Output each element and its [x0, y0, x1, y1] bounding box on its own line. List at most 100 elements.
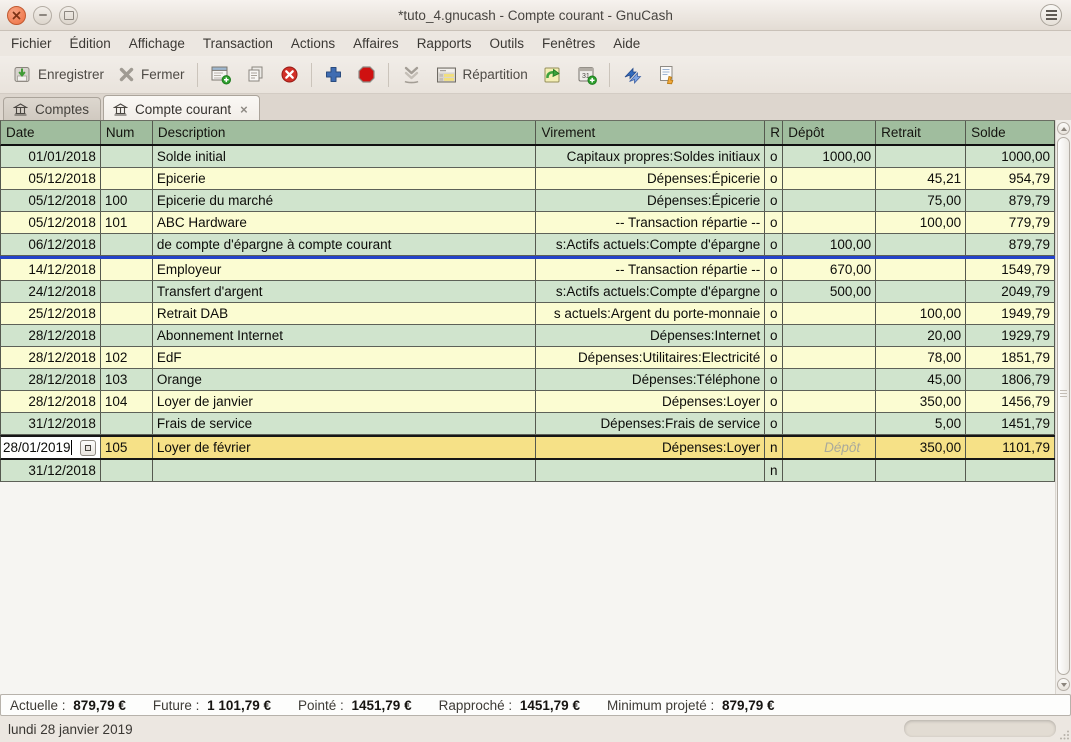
- cell-solde[interactable]: 1451,79: [966, 413, 1055, 434]
- cell-num[interactable]: [101, 325, 153, 346]
- cell-date[interactable]: 28/01/2019: [1, 437, 101, 458]
- table-row[interactable]: 28/12/2018 102 EdF Dépenses:Utilitaires:…: [0, 347, 1055, 369]
- cell-description[interactable]: Frais de service: [153, 413, 537, 434]
- table-row[interactable]: 28/12/2018 104 Loyer de janvier Dépenses…: [0, 391, 1055, 413]
- cell-description[interactable]: de compte d'épargne à compte courant: [153, 234, 537, 255]
- cell-solde[interactable]: 2049,79: [966, 281, 1055, 302]
- table-row[interactable]: 25/12/2018 Retrait DAB s actuels:Argent …: [0, 303, 1055, 325]
- cell-virement[interactable]: Dépenses:Utilitaires:Electricité: [536, 347, 765, 368]
- cell-solde[interactable]: [966, 460, 1055, 481]
- cell-description[interactable]: Epicerie du marché: [153, 190, 537, 211]
- duplicate-transaction-button[interactable]: [239, 62, 273, 87]
- delete-transaction-button[interactable]: [273, 62, 306, 87]
- cell-reconciled[interactable]: o: [765, 325, 783, 346]
- cell-description[interactable]: Orange: [153, 369, 537, 390]
- cell-reconciled[interactable]: o: [765, 281, 783, 302]
- cell-num[interactable]: [101, 460, 153, 481]
- cell-virement[interactable]: Dépenses:Loyer: [536, 391, 765, 412]
- cell-depot[interactable]: [783, 325, 876, 346]
- cell-retrait[interactable]: [876, 234, 966, 255]
- cell-description[interactable]: Retrait DAB: [153, 303, 537, 324]
- tab-compte-courant[interactable]: Compte courant: [103, 95, 260, 122]
- cell-depot[interactable]: 100,00: [783, 234, 876, 255]
- cell-virement[interactable]: s:Actifs actuels:Compte d'épargne: [536, 281, 765, 302]
- tab-close-icon[interactable]: [240, 105, 248, 115]
- cell-num[interactable]: [101, 303, 153, 324]
- cell-description[interactable]: [153, 460, 537, 481]
- cell-num[interactable]: [101, 234, 153, 255]
- cell-reconciled[interactable]: o: [765, 347, 783, 368]
- cell-retrait[interactable]: 78,00: [876, 347, 966, 368]
- cell-solde[interactable]: 1929,79: [966, 325, 1055, 346]
- cell-description[interactable]: EdF: [153, 347, 537, 368]
- cell-reconciled[interactable]: o: [765, 303, 783, 324]
- cell-num[interactable]: [101, 413, 153, 434]
- table-row[interactable]: 05/12/2018 101 ABC Hardware -- Transacti…: [0, 212, 1055, 234]
- menu-item[interactable]: Aide: [604, 33, 649, 54]
- save-button[interactable]: Enregistrer: [6, 62, 111, 87]
- vertical-scrollbar[interactable]: [1055, 120, 1071, 694]
- cell-reconciled[interactable]: o: [765, 212, 783, 233]
- resize-grip[interactable]: [1058, 729, 1070, 741]
- split-button[interactable]: Répartition: [429, 63, 535, 87]
- cell-depot[interactable]: [783, 303, 876, 324]
- scrollbar-thumb[interactable]: [1057, 137, 1070, 675]
- table-row[interactable]: 05/12/2018 100 Epicerie du marché Dépens…: [0, 190, 1055, 212]
- column-header[interactable]: Solde: [966, 121, 1055, 144]
- cell-date[interactable]: 28/12/2018: [1, 369, 101, 390]
- column-header[interactable]: Description: [153, 121, 537, 144]
- cell-reconciled[interactable]: o: [765, 413, 783, 434]
- window-close-button[interactable]: [7, 6, 26, 25]
- menu-item[interactable]: Rapports: [408, 33, 481, 54]
- cell-date[interactable]: 31/12/2018: [1, 413, 101, 434]
- cell-description[interactable]: Transfert d'argent: [153, 281, 537, 302]
- column-header[interactable]: Num: [101, 121, 153, 144]
- date-picker-button[interactable]: [80, 440, 96, 456]
- cell-date[interactable]: 14/12/2018: [1, 259, 101, 280]
- column-header[interactable]: R: [765, 121, 783, 144]
- cell-virement[interactable]: Dépenses:Épicerie: [536, 190, 765, 211]
- select-account-button[interactable]: [650, 62, 684, 88]
- cell-virement[interactable]: Dépenses:Épicerie: [536, 168, 765, 189]
- cell-date[interactable]: 31/12/2018: [1, 460, 101, 481]
- cell-retrait[interactable]: 45,00: [876, 369, 966, 390]
- cell-retrait[interactable]: [876, 259, 966, 280]
- cell-solde[interactable]: 954,79: [966, 168, 1055, 189]
- cell-virement[interactable]: Dépenses:Internet: [536, 325, 765, 346]
- cell-solde[interactable]: 1806,79: [966, 369, 1055, 390]
- cell-reconciled[interactable]: o: [765, 168, 783, 189]
- cell-virement[interactable]: Dépenses:Frais de service: [536, 413, 765, 434]
- window-menu-button[interactable]: [1040, 4, 1062, 26]
- table-row[interactable]: 06/12/2018 de compte d'épargne à compte …: [0, 234, 1055, 256]
- cell-reconciled[interactable]: o: [765, 234, 783, 255]
- cell-solde[interactable]: 1549,79: [966, 259, 1055, 280]
- cancel-transaction-button[interactable]: [350, 62, 383, 87]
- cell-num[interactable]: [101, 168, 153, 189]
- new-transaction-button[interactable]: [203, 62, 239, 88]
- cell-reconciled[interactable]: o: [765, 369, 783, 390]
- cell-date[interactable]: 05/12/2018: [1, 168, 101, 189]
- cell-virement[interactable]: Dépenses:Loyer: [536, 437, 765, 458]
- table-row[interactable]: 14/12/2018 Employeur -- Transaction répa…: [0, 259, 1055, 281]
- cell-depot[interactable]: [783, 369, 876, 390]
- cell-retrait[interactable]: [876, 460, 966, 481]
- menu-item[interactable]: Transaction: [194, 33, 282, 54]
- column-header[interactable]: Retrait: [876, 121, 966, 144]
- cell-reconciled[interactable]: n: [765, 460, 783, 481]
- cell-virement[interactable]: s actuels:Argent du porte-monnaie: [536, 303, 765, 324]
- table-row[interactable]: 28/01/2019 105 Loyer de février Dépenses…: [0, 435, 1055, 460]
- cell-num[interactable]: 103: [101, 369, 153, 390]
- menu-item[interactable]: Fichier: [2, 33, 61, 54]
- cell-depot[interactable]: [783, 212, 876, 233]
- column-header[interactable]: Dépôt: [783, 121, 876, 144]
- cell-date[interactable]: 24/12/2018: [1, 281, 101, 302]
- column-header[interactable]: Date: [1, 121, 101, 144]
- cell-virement[interactable]: [536, 460, 765, 481]
- jump-button[interactable]: [535, 62, 570, 88]
- cell-num[interactable]: 105: [101, 437, 153, 458]
- cell-depot[interactable]: Dépôt: [783, 437, 876, 458]
- table-row[interactable]: 05/12/2018 Epicerie Dépenses:Épicerie o …: [0, 168, 1055, 190]
- menu-item[interactable]: Affichage: [120, 33, 194, 54]
- cell-retrait[interactable]: 100,00: [876, 303, 966, 324]
- cell-date[interactable]: 05/12/2018: [1, 190, 101, 211]
